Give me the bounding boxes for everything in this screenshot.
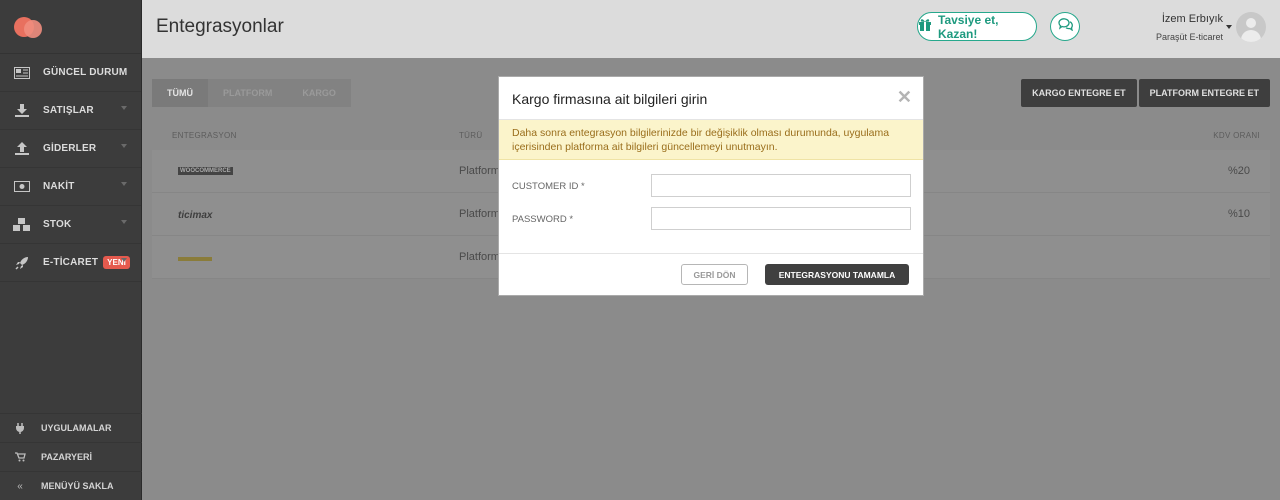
column-header-kdv: KDV ORANI: [1213, 131, 1260, 140]
chevron-down-icon: [121, 106, 127, 110]
upload-icon: [13, 142, 31, 156]
sidebar-item-label: E-TİCARET: [43, 257, 99, 268]
page-title: Entegrasyonlar: [156, 16, 284, 37]
chevron-down-icon: [121, 144, 127, 148]
sidebar-item-uygulamalar[interactable]: UYGULAMALAR: [0, 413, 142, 442]
kdv-rate: %10: [1227, 208, 1250, 220]
column-header-type: TÜRÜ: [459, 131, 483, 140]
chevron-down-icon: [121, 182, 127, 186]
warning-alert: Daha sonra entegrasyon bilgilerinizde bi…: [499, 120, 923, 160]
sidebar-bottom-nav: UYGULAMALAR PAZARYERİ « MENÜYÜ SAKLA: [0, 413, 142, 500]
filter-tabs: TÜMÜ PLATFORM KARGO: [152, 79, 351, 107]
sidebar-item-label: GİDERLER: [43, 143, 97, 154]
modal-title: Kargo firmasına ait bilgileri girin: [512, 91, 708, 107]
sidebar-item-label: GÜNCEL DURUM: [43, 67, 128, 78]
sidebar-item-menuyu-sakla[interactable]: « MENÜYÜ SAKLA: [0, 471, 142, 500]
sidebar-item-label: STOK: [43, 219, 72, 230]
chat-button[interactable]: [1050, 12, 1080, 41]
user-name[interactable]: İzem Erbıyık: [1162, 13, 1223, 25]
sidebar-item-label: NAKİT: [43, 181, 75, 192]
back-button[interactable]: GERİ DÖN: [681, 264, 748, 285]
cart-icon: [14, 452, 26, 462]
cubes-icon: [13, 217, 31, 232]
action-buttons: KARGO ENTEGRE ET PLATFORM ENTEGRE ET: [1021, 79, 1270, 107]
platform-entegre-button[interactable]: PLATFORM ENTEGRE ET: [1138, 79, 1270, 107]
sidebar-item-guncel-durum[interactable]: GÜNCEL DURUM: [0, 54, 141, 92]
top-header: Entegrasyonlar Tavsiye et, Kazan! İzem E…: [142, 0, 1280, 58]
app-logo[interactable]: [0, 0, 141, 54]
sidebar: GÜNCEL DURUM SATIŞLAR GİDERLER NAKİT STO…: [0, 0, 142, 500]
sidebar-item-label: MENÜYÜ SAKLA: [41, 481, 114, 491]
tab-tumu[interactable]: TÜMÜ: [152, 79, 208, 107]
integration-modal: Kargo firmasına ait bilgileri girin ✕ Da…: [498, 76, 924, 296]
sidebar-item-satislar[interactable]: SATIŞLAR: [0, 92, 141, 130]
integration-type: Platform: [459, 208, 500, 220]
gift-icon: [918, 17, 932, 36]
integration-logo: ticimax: [178, 210, 213, 221]
customer-id-input[interactable]: [651, 174, 911, 197]
sidebar-item-nakit[interactable]: NAKİT: [0, 168, 141, 206]
sidebar-item-e-ticaret[interactable]: E-TİCARET YENİ: [0, 244, 141, 282]
tab-kargo[interactable]: KARGO: [287, 79, 351, 107]
kargo-entegre-button[interactable]: KARGO ENTEGRE ET: [1021, 79, 1137, 107]
customer-id-label: CUSTOMER ID *: [512, 181, 585, 192]
sidebar-item-label: PAZARYERİ: [41, 452, 93, 462]
refer-earn-button[interactable]: Tavsiye et, Kazan!: [917, 12, 1037, 41]
caret-down-icon[interactable]: [1226, 25, 1232, 29]
money-icon: [13, 180, 31, 194]
integration-logo: WOOCOMMERCE: [178, 167, 233, 175]
chevron-down-icon: [121, 220, 127, 224]
download-icon: [13, 104, 31, 118]
sidebar-item-stok[interactable]: STOK: [0, 206, 141, 244]
credentials-form: CUSTOMER ID * PASSWORD *: [499, 160, 923, 254]
sidebar-item-label: SATIŞLAR: [43, 105, 94, 116]
chat-icon: [1057, 17, 1073, 36]
customer-id-row: CUSTOMER ID *: [499, 174, 923, 207]
password-label: PASSWORD *: [512, 214, 574, 225]
sidebar-item-label: UYGULAMALAR: [41, 423, 112, 433]
password-row: PASSWORD *: [499, 207, 923, 240]
newspaper-icon: [13, 66, 31, 80]
column-header-integration: ENTEGRASYON: [172, 131, 237, 140]
plug-icon: [14, 422, 26, 434]
modal-header: Kargo firmasına ait bilgileri girin ✕: [499, 77, 923, 120]
chevron-down-icon: [121, 258, 127, 262]
company-name: Paraşüt E-ticaret: [1155, 32, 1223, 42]
refer-earn-label: Tavsiye et, Kazan!: [938, 12, 999, 41]
kdv-rate: %20: [1227, 165, 1250, 177]
password-input[interactable]: [651, 207, 911, 230]
integration-type: Platform: [459, 165, 500, 177]
avatar[interactable]: [1236, 12, 1266, 42]
rocket-icon: [13, 256, 31, 270]
close-icon[interactable]: ✕: [897, 88, 912, 106]
double-chevron-left-icon: «: [17, 480, 23, 492]
sidebar-item-pazaryeri[interactable]: PAZARYERİ: [0, 442, 142, 471]
integration-logo: [178, 257, 212, 261]
modal-footer: GERİ DÖN ENTEGRASYONU TAMAMLA: [499, 254, 923, 296]
complete-integration-button[interactable]: ENTEGRASYONU TAMAMLA: [765, 264, 909, 285]
tab-platform[interactable]: PLATFORM: [208, 79, 288, 107]
integration-type: Platform: [459, 251, 500, 263]
sidebar-item-giderler[interactable]: GİDERLER: [0, 130, 141, 168]
